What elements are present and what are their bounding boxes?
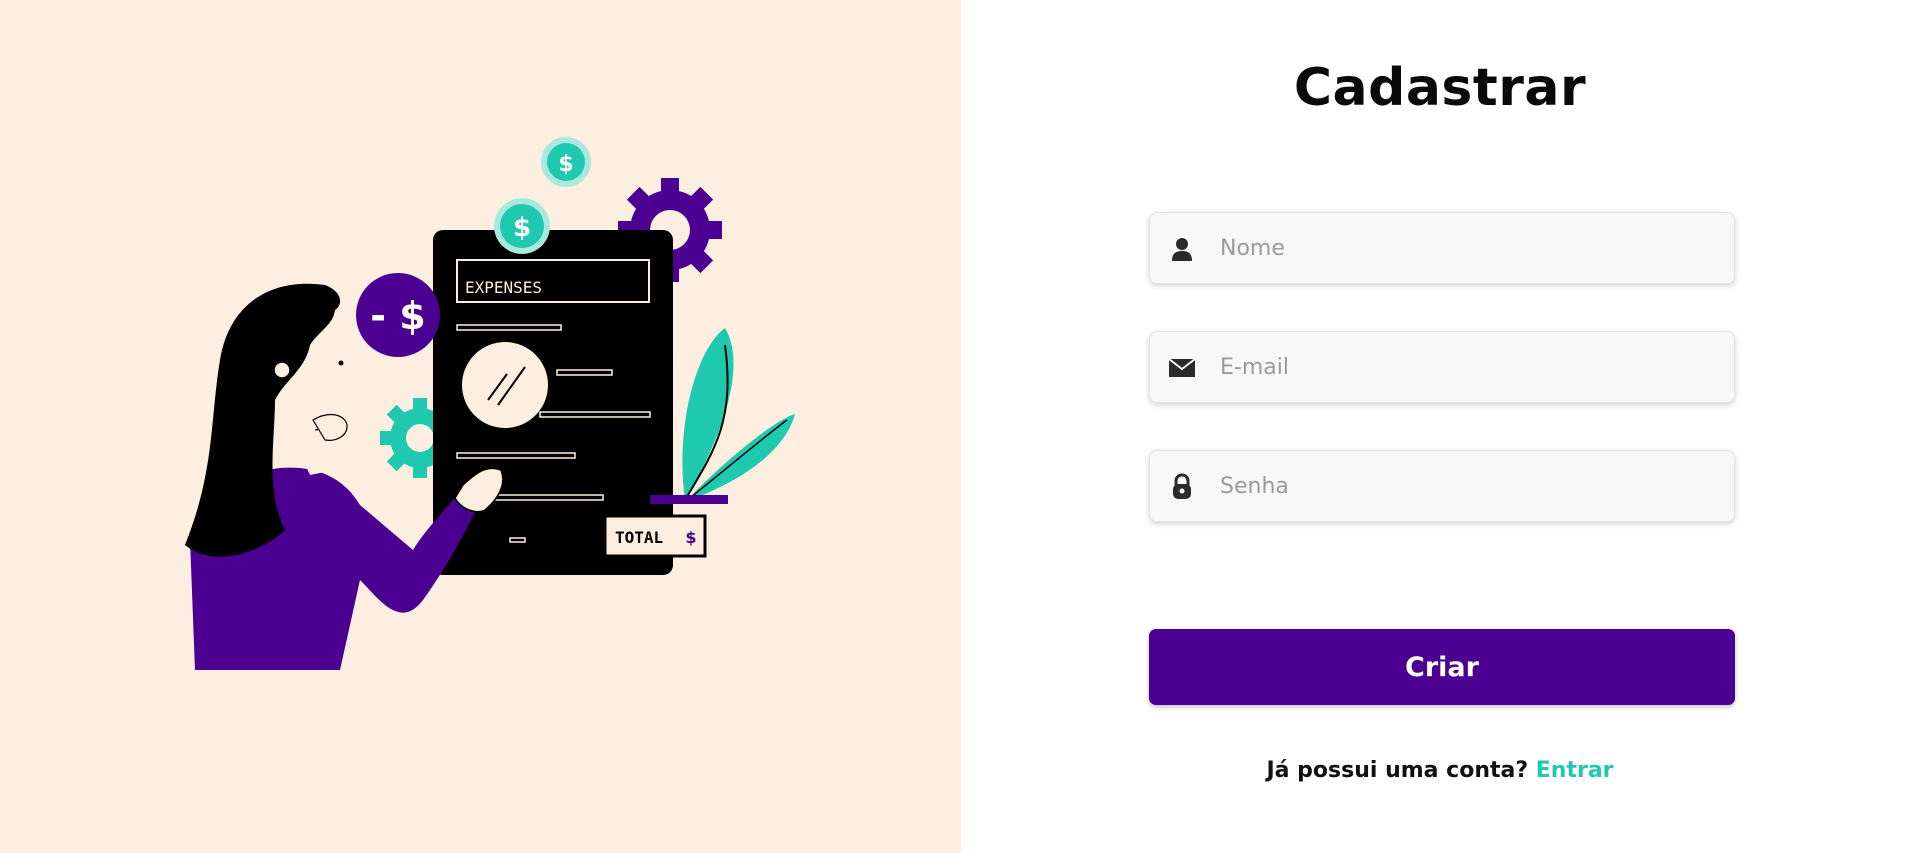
expenses-illustration: EXPENSES $ $ - $ TOTAL $ (185, 137, 795, 670)
login-link[interactable]: Entrar (1536, 758, 1614, 783)
coin-icon: $ (494, 198, 550, 254)
svg-text:$: $ (513, 213, 531, 243)
user-icon (1168, 235, 1196, 263)
expenses-label: EXPENSES (465, 278, 542, 297)
password-field[interactable] (1149, 450, 1735, 522)
email-input[interactable] (1220, 332, 1720, 402)
create-account-button[interactable]: Criar (1149, 629, 1735, 705)
svg-text:TOTAL: TOTAL (615, 528, 663, 547)
signup-panel: Cadastrar Criar Já (961, 0, 1919, 853)
minus-dollar-badge: - $ (356, 273, 440, 357)
svg-text:- $: - $ (370, 294, 425, 338)
lock-icon (1168, 473, 1196, 501)
name-input[interactable] (1220, 213, 1720, 283)
svg-text:$: $ (558, 152, 573, 177)
envelope-icon (1168, 354, 1196, 382)
total-tag: TOTAL $ (603, 514, 707, 558)
page-title: Cadastrar (1293, 58, 1587, 118)
name-field[interactable] (1149, 212, 1735, 284)
svg-text:$: $ (685, 528, 696, 547)
password-input[interactable] (1220, 451, 1720, 521)
login-prompt: Já possui uma conta? Entrar (961, 758, 1919, 783)
coin-icon: $ (541, 137, 591, 187)
login-prompt-text: Já possui uma conta? (1266, 758, 1536, 783)
illustration-panel: EXPENSES $ $ - $ TOTAL $ (0, 0, 961, 853)
email-field[interactable] (1149, 331, 1735, 403)
